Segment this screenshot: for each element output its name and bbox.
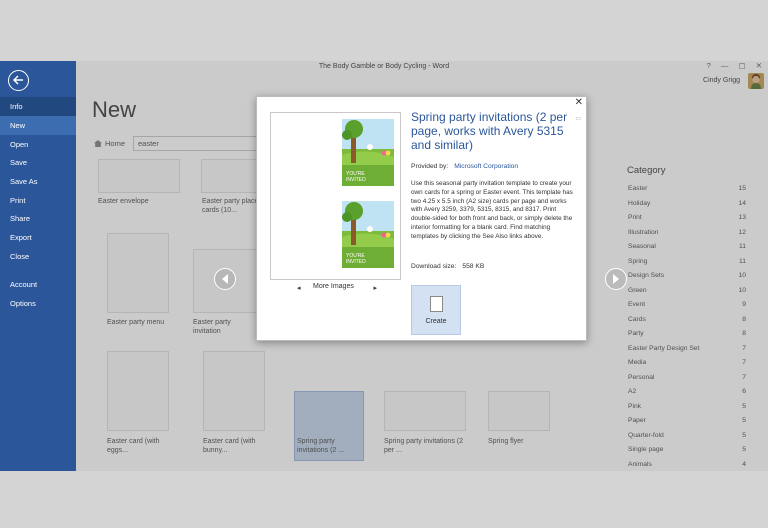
dialog-description: Use this seasonal party invitation templ… (411, 180, 573, 240)
nav-share[interactable]: Share (0, 209, 76, 228)
nav-open[interactable]: Open (0, 135, 76, 154)
nav-new[interactable]: New (0, 116, 76, 135)
download-size-label: Download size: (411, 263, 457, 270)
nav-close[interactable]: Close (0, 247, 76, 266)
provided-by-label: Provided by: (411, 163, 449, 170)
prev-image-icon[interactable]: ◂ (297, 284, 301, 292)
nav-print[interactable]: Print (0, 191, 76, 210)
nav-save-as[interactable]: Save As (0, 172, 76, 191)
dialog-close-icon[interactable]: ✕ (575, 97, 583, 108)
download-size-value: 558 KB (462, 263, 485, 270)
back-arrow-icon[interactable] (8, 70, 29, 91)
pin-icon[interactable]: ▭ (575, 115, 581, 122)
nav-save[interactable]: Save (0, 153, 76, 172)
card-text-top: YOU'RE INVITED (346, 171, 366, 183)
dialog-title: Spring party invitations (2 per page, wo… (411, 110, 568, 152)
next-image-icon[interactable]: ▸ (373, 284, 377, 292)
prev-template-button[interactable] (214, 268, 236, 290)
card-text-bottom: YOU'RE INVITED (346, 253, 366, 265)
download-size-row: Download size: 558 KB (411, 263, 484, 270)
provider-link[interactable]: Microsoft Corporation (454, 163, 518, 170)
create-label: Create (425, 318, 447, 325)
provider-row: Provided by: Microsoft Corporation (411, 163, 518, 170)
new-document-icon (430, 296, 443, 312)
more-images-label[interactable]: More Images (313, 283, 354, 290)
nav-info[interactable]: Info (0, 97, 76, 116)
backstage-sidebar: Info New Open Save Save As Print Share E… (0, 61, 76, 471)
arrow-right-icon (613, 274, 619, 284)
template-preview-dialog: ✕ ▭ YOU'RE INVITED YOU'RE INVITED ◂ More… (256, 96, 587, 341)
create-button[interactable]: Create (411, 285, 461, 335)
nav-export[interactable]: Export (0, 228, 76, 247)
nav-account[interactable]: Account (0, 275, 76, 294)
arrow-left-icon (222, 274, 228, 284)
next-template-button[interactable] (605, 268, 627, 290)
template-preview-image: YOU'RE INVITED YOU'RE INVITED (270, 112, 401, 280)
nav-options[interactable]: Options (0, 294, 76, 313)
